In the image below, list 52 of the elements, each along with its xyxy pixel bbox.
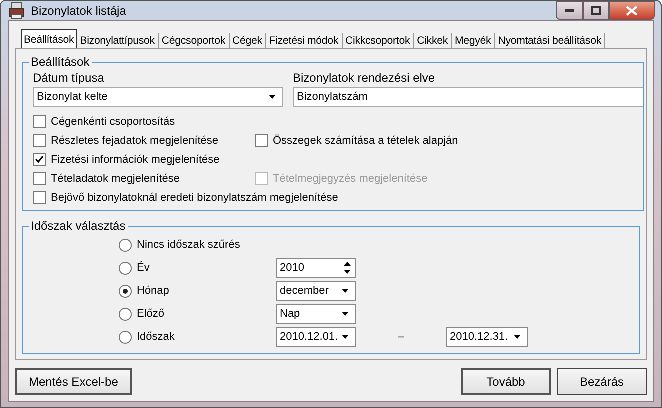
dropdown-arrow-icon[interactable] bbox=[340, 310, 351, 318]
checkbox-option[interactable]: Fizetési információk megjelenítése bbox=[33, 153, 255, 166]
check-mark-icon bbox=[35, 155, 44, 164]
checkbox-option[interactable]: Bejövő bizonylatoknál eredeti bizonylatszám megjelenítése bbox=[33, 191, 338, 204]
close-icon bbox=[626, 6, 638, 16]
maximize-icon bbox=[591, 6, 601, 15]
checkbox[interactable] bbox=[33, 115, 46, 128]
dropdown-field[interactable]: Nap bbox=[276, 304, 356, 324]
maximize-button[interactable] bbox=[583, 1, 609, 20]
date-picker-field[interactable]: 2010.12.01. bbox=[276, 327, 356, 347]
range-separator: – bbox=[396, 331, 406, 343]
checkbox[interactable] bbox=[33, 191, 46, 204]
checkbox-option[interactable]: Tételadatok megjelenítése bbox=[33, 172, 255, 185]
dropdown-arrow-icon[interactable] bbox=[340, 287, 351, 295]
group-title: Időszak választás bbox=[30, 219, 127, 233]
radio-option[interactable]: Év bbox=[119, 262, 276, 274]
date-picker-field[interactable]: 2010.12.31. bbox=[446, 327, 528, 347]
radio-option[interactable]: Időszak bbox=[119, 330, 276, 344]
checkbox[interactable] bbox=[33, 153, 46, 166]
radio-button[interactable] bbox=[119, 238, 132, 252]
year-spin-field[interactable]: 2010 bbox=[276, 258, 356, 278]
field-label: Bizonylatok rendezési elve bbox=[293, 71, 436, 85]
dropdown-arrow-icon[interactable] bbox=[512, 333, 523, 341]
tab[interactable]: Beállítások bbox=[21, 29, 78, 49]
minimize-icon bbox=[565, 8, 574, 12]
field-label: Dátum típusa bbox=[33, 71, 106, 85]
dropdown-arrow-icon[interactable] bbox=[340, 333, 351, 341]
radio-button[interactable] bbox=[119, 330, 132, 344]
checkbox[interactable] bbox=[33, 172, 46, 185]
radio-button[interactable] bbox=[119, 308, 132, 320]
checkbox-option[interactable]: Cégenkénti csoportosítás bbox=[33, 115, 255, 128]
group-title: Beállítások bbox=[30, 55, 91, 69]
date-type-dropdown[interactable]: Bizonylat kelte bbox=[33, 87, 283, 107]
window-title: Bizonylatok listája bbox=[31, 4, 128, 18]
checkbox[interactable] bbox=[33, 134, 46, 147]
dropdown-arrow-icon[interactable] bbox=[267, 93, 278, 101]
radio-option[interactable]: Nincs időszak szűrés bbox=[119, 238, 276, 252]
export-button[interactable]: Mentés Excel-be bbox=[15, 368, 132, 395]
radio-option[interactable]: Hónap bbox=[119, 284, 276, 298]
checkbox-option[interactable]: Összegek számítása a tételek alapján bbox=[255, 134, 477, 147]
close-dialog-button[interactable]: Bezárás bbox=[557, 368, 647, 395]
radio-button[interactable] bbox=[119, 284, 132, 298]
dropdown-field[interactable]: december bbox=[276, 281, 356, 301]
checkbox-option[interactable]: Részletes fejadatok megjelenítése bbox=[33, 134, 255, 147]
checkbox[interactable] bbox=[255, 134, 268, 147]
spinner-arrows-icon[interactable] bbox=[343, 260, 352, 276]
next-button[interactable]: Tovább bbox=[461, 368, 551, 395]
sort-order-field[interactable]: Bizonylatszám bbox=[293, 87, 643, 107]
close-button[interactable] bbox=[609, 1, 655, 20]
radio-button[interactable] bbox=[119, 262, 132, 274]
radio-option[interactable]: Előző bbox=[119, 308, 276, 320]
minimize-button[interactable] bbox=[556, 1, 583, 20]
